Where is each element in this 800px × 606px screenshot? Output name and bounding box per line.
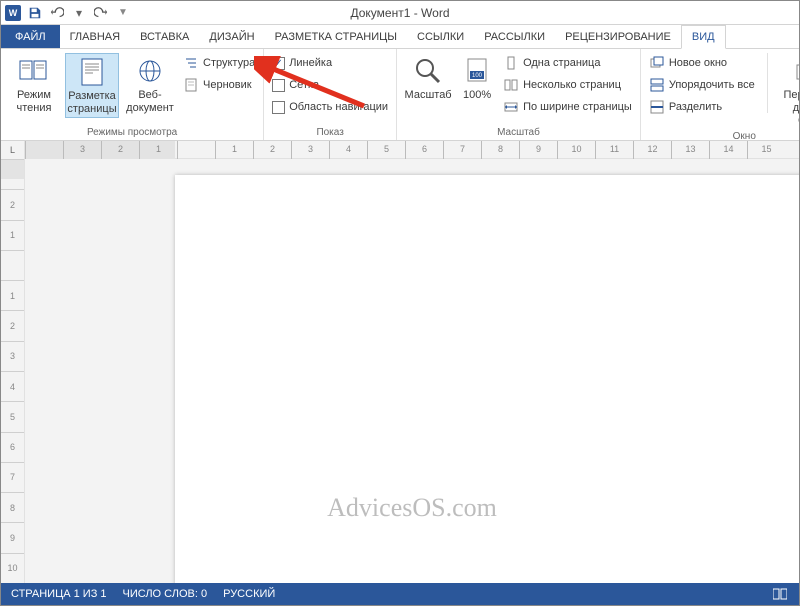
group-window: Новое окно Упорядочить все Разделить Пер… [641,49,799,140]
ribbon: Режим чтения Разметка страницы Веб- доку… [1,49,799,141]
read-mode-button[interactable]: Режим чтения [7,53,61,118]
tab-page-layout[interactable]: РАЗМЕТКА СТРАНИЦЫ [265,25,407,48]
zoom-icon [412,55,444,87]
zoom-button[interactable]: Масштаб [403,53,453,117]
multi-page-icon [503,77,519,93]
outline-icon [183,55,199,71]
checkbox-icon: ✓ [272,57,285,70]
qat-customize[interactable]: ▼ [115,5,131,21]
group-window-label: Окно [647,129,799,141]
title-bar: W ▾ ▼ Документ1 - Word [1,1,799,25]
svg-text:100: 100 [472,73,483,79]
checkbox-icon [272,101,285,114]
zoom-100-icon: 100 [461,55,493,87]
zoom-label: Масштаб [405,89,452,102]
save-button[interactable] [27,5,43,21]
horizontal-ruler-area: L 321 123456789101112131415 [1,141,799,159]
split-icon [649,99,665,115]
qat-dropdown[interactable]: ▾ [71,5,87,21]
status-language[interactable]: РУССКИЙ [223,588,275,600]
document-area: 2112345678910 AdvicesOS.com [1,159,799,583]
arrange-all-icon [649,77,665,93]
checkbox-icon [272,79,285,92]
tab-home[interactable]: ГЛАВНАЯ [60,25,130,48]
switch-windows-label: Перейти в другое окно [780,89,799,127]
zoom-100-button[interactable]: 100 100% [457,53,497,117]
one-page-button[interactable]: Одна страница [501,53,634,73]
new-window-icon [649,55,665,71]
ruler-label: Линейка [289,57,332,69]
multi-page-label: Несколько страниц [523,79,621,91]
web-layout-label: Веб- документ [126,89,174,114]
tab-references[interactable]: ССЫЛКИ [407,25,474,48]
new-window-label: Новое окно [669,57,727,69]
quick-access-toolbar: W ▾ ▼ [1,5,131,21]
print-layout-button[interactable]: Разметка страницы [65,53,119,118]
status-page[interactable]: СТРАНИЦА 1 ИЗ 1 [11,588,107,600]
web-layout-button[interactable]: Веб- документ [123,53,177,118]
tab-insert[interactable]: ВСТАВКА [130,25,199,48]
switch-windows-button[interactable]: Перейти в другое окно [778,53,799,129]
page-width-icon [503,99,519,115]
gridlines-label: Сетка [289,79,319,91]
tab-design[interactable]: ДИЗАЙН [199,25,264,48]
undo-button[interactable] [49,5,65,21]
zoom-100-label: 100% [463,89,491,102]
draft-label: Черновик [203,79,252,91]
word-app-icon: W [5,5,21,21]
gridlines-checkbox[interactable]: Сетка [270,75,390,95]
print-layout-icon [76,56,108,88]
watermark-text: AdvicesOS.com [327,493,497,523]
arrange-all-label: Упорядочить все [669,79,755,91]
document-canvas[interactable]: AdvicesOS.com [25,159,799,583]
navpane-label: Область навигации [289,101,388,113]
tab-mailings[interactable]: РАССЫЛКИ [474,25,555,48]
read-mode-label: Режим чтения [17,89,52,114]
redo-icon [94,6,108,20]
group-zoom-label: Масштаб [403,125,634,138]
navpane-checkbox[interactable]: Область навигации [270,97,390,117]
split-button[interactable]: Разделить [647,97,757,117]
group-views-label: Режимы просмотра [7,125,257,138]
read-mode-icon [18,55,50,87]
ruler-checkbox[interactable]: ✓ Линейка [270,53,390,73]
switch-windows-icon [794,55,799,87]
page-width-label: По ширине страницы [523,101,632,113]
tab-selector[interactable]: L [1,141,25,159]
status-bar: СТРАНИЦА 1 ИЗ 1 ЧИСЛО СЛОВ: 0 РУССКИЙ [1,583,799,605]
draft-icon [183,77,199,93]
group-zoom: Масштаб 100 100% Одна страница Несколько… [397,49,641,140]
multi-page-button[interactable]: Несколько страниц [501,75,634,95]
arrange-all-button[interactable]: Упорядочить все [647,75,757,95]
outline-label: Структура [203,57,255,69]
group-show-label: Показ [270,125,390,138]
vertical-ruler[interactable]: 2112345678910 [1,159,25,583]
undo-icon [50,6,64,20]
tab-review[interactable]: РЕЦЕНЗИРОВАНИЕ [555,25,681,48]
split-label: Разделить [669,101,722,113]
outline-button[interactable]: Структура [181,53,257,73]
tab-file[interactable]: ФАЙЛ [1,25,60,48]
new-window-button[interactable]: Новое окно [647,53,757,73]
web-layout-icon [134,55,166,87]
ribbon-tabs: ФАЙЛ ГЛАВНАЯ ВСТАВКА ДИЗАЙН РАЗМЕТКА СТР… [1,25,799,49]
save-icon [28,6,42,20]
tab-view[interactable]: ВИД [681,25,726,49]
one-page-icon [503,55,519,71]
page-width-button[interactable]: По ширине страницы [501,97,634,117]
view-readmode-icon[interactable] [771,586,789,602]
group-show: ✓ Линейка Сетка Область навигации Показ [264,49,397,140]
one-page-label: Одна страница [523,57,600,69]
status-words[interactable]: ЧИСЛО СЛОВ: 0 [123,588,208,600]
draft-button[interactable]: Черновик [181,75,257,95]
print-layout-label: Разметка страницы [67,90,116,115]
horizontal-ruler[interactable]: 321 123456789101112131415 [25,141,799,159]
window-title: Документ1 - Word [350,6,449,20]
redo-button[interactable] [93,5,109,21]
group-views: Режим чтения Разметка страницы Веб- доку… [1,49,264,140]
